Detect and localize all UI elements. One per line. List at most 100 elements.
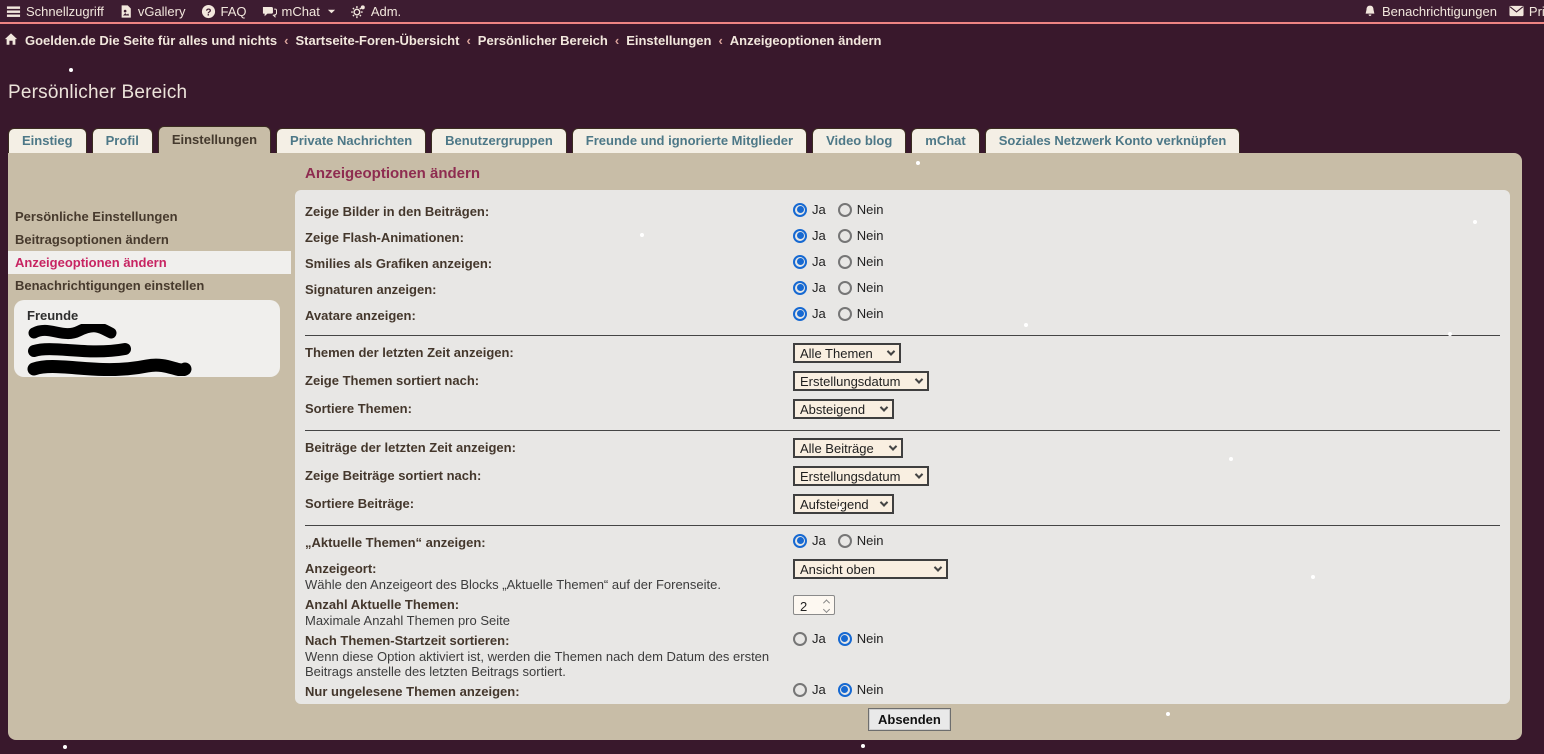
tab-profil[interactable]: Profil: [92, 128, 153, 153]
submit-button[interactable]: Absenden: [868, 708, 951, 731]
radio-option-ja[interactable]: Ja: [793, 682, 826, 697]
svg-text:?: ?: [205, 7, 211, 18]
setting-label: Zeige Bilder in den Beiträgen:: [305, 204, 793, 219]
setting-label: Anzahl Aktuelle Themen:: [305, 597, 793, 612]
setting-control: Alle Beiträge: [793, 437, 903, 458]
dropdown-select[interactable]: Absteigend: [793, 399, 894, 419]
setting-control: Ja Nein: [793, 201, 883, 217]
setting-label-column: Beiträge der letzten Zeit anzeigen:: [305, 437, 793, 455]
radio-option-ja[interactable]: Ja: [793, 254, 826, 269]
sidebar-item-anzeigeoptionen-ndern[interactable]: Anzeigeoptionen ändern: [8, 251, 291, 274]
breadcrumb-separator: ‹: [718, 33, 722, 48]
radio-button-icon: [793, 683, 807, 697]
setting-row-beitr-ge-der-letzten-zeit-anzeigen: Beiträge der letzten Zeit anzeigen: Alle …: [305, 436, 1500, 464]
tab-mchat[interactable]: mChat: [911, 128, 979, 153]
radio-option-nein[interactable]: Nein: [838, 280, 884, 295]
radio-button-icon: [793, 632, 807, 646]
dropdown-select[interactable]: Alle Beiträge: [793, 438, 903, 458]
setting-label-column: Smilies als Grafiken anzeigen:: [305, 253, 793, 271]
radio-option-nein[interactable]: Nein: [838, 306, 884, 321]
radio-option-nein[interactable]: Nein: [838, 533, 884, 548]
tab-bar: EinstiegProfilEinstellungenPrivate Nachr…: [8, 126, 1240, 153]
topbar-item-faq[interactable]: ?FAQ: [201, 4, 247, 19]
radio-button-icon: [793, 255, 807, 269]
breadcrumb: Goelden.de Die Seite für alles und nicht…: [4, 30, 881, 50]
dropdown-selected-value: Erstellungsdatum: [800, 374, 900, 389]
number-input[interactable]: 2: [793, 595, 835, 615]
topbar-item-adm[interactable]: Adm.: [351, 4, 401, 19]
settings-section-2: Themen der letzten Zeit anzeigen:Alle Th…: [305, 336, 1500, 431]
radio-option-nein[interactable]: Nein: [838, 254, 884, 269]
dropdown-selected-value: Alle Beiträge: [800, 441, 874, 456]
topbar-item-vgallery[interactable]: vGallery: [119, 4, 186, 19]
setting-control: Aufsteigend: [793, 493, 894, 514]
radio-option-ja[interactable]: Ja: [793, 631, 826, 646]
tab-benutzergruppen[interactable]: Benutzergruppen: [431, 128, 567, 153]
breadcrumb-separator: ‹: [615, 33, 619, 48]
tab-einstellungen[interactable]: Einstellungen: [158, 126, 271, 153]
chevron-down-icon: [880, 498, 888, 506]
radio-option-nein[interactable]: Nein: [838, 682, 884, 697]
question-icon: ?: [201, 4, 216, 19]
setting-row-zeige-flash-animationen: Zeige Flash-Animationen:JaNein: [305, 226, 1500, 252]
radio-option-nein[interactable]: Nein: [838, 202, 884, 217]
topbar-item-label: Adm.: [371, 4, 401, 19]
setting-label-column: Anzahl Aktuelle Themen:Maximale Anzahl T…: [305, 594, 793, 628]
setting-label-column: Sortiere Beiträge:: [305, 493, 793, 511]
setting-row-sortiere-beitr-ge: Sortiere Beiträge:Aufsteigend: [305, 492, 1500, 520]
setting-label-column: Themen der letzten Zeit anzeigen:: [305, 342, 793, 360]
setting-label-column: Nur ungelesene Themen anzeigen:: [305, 681, 793, 699]
snow-dot: [63, 745, 67, 749]
breadcrumb-item-goelden-de-die-seite-f-r-alles-und-nichts[interactable]: Goelden.de Die Seite für alles und nicht…: [25, 33, 277, 48]
setting-control: Ja Nein: [793, 532, 883, 548]
chevron-down-icon: [880, 403, 888, 411]
radio-option-label: Nein: [857, 280, 884, 295]
radio-option-ja[interactable]: Ja: [793, 306, 826, 321]
topbar-item-benachrichtigungen[interactable]: Benachrichtigungen: [1363, 4, 1497, 19]
setting-control: 2: [793, 594, 835, 615]
settings-section-4: „Aktuelle Themen“ anzeigen:JaNeinAnzeige…: [305, 526, 1500, 704]
dropdown-select[interactable]: Erstellungsdatum: [793, 466, 929, 486]
radio-option-ja[interactable]: Ja: [793, 202, 826, 217]
tab-freunde-und-ignorierte-mitglieder[interactable]: Freunde und ignorierte Mitglieder: [572, 128, 807, 153]
topbar-item-label: mChat: [282, 4, 320, 19]
chevron-down-icon: [887, 347, 895, 355]
dropdown-select[interactable]: Alle Themen: [793, 343, 901, 363]
topbar-item-schnellzugriff[interactable]: Schnellzugriff: [6, 4, 104, 19]
sidebar-item-beitragsoptionen-ndern[interactable]: Beitragsoptionen ändern: [8, 228, 291, 251]
redacted-friend-names: [27, 324, 207, 376]
radio-group: Ja Nein: [793, 533, 883, 548]
breadcrumb-item-einstellungen[interactable]: Einstellungen: [626, 33, 711, 48]
dropdown-select[interactable]: Erstellungsdatum: [793, 371, 929, 391]
breadcrumb-item-pers-nlicher-bereich[interactable]: Persönlicher Bereich: [478, 33, 608, 48]
dropdown-select[interactable]: Ansicht oben: [793, 559, 948, 579]
setting-label-column: Avatare anzeigen:: [305, 305, 793, 323]
tab-video-blog[interactable]: Video blog: [812, 128, 906, 153]
setting-control: Ja Nein: [793, 305, 883, 321]
tab-soziales-netzwerk-konto-verkn-pfen[interactable]: Soziales Netzwerk Konto verknüpfen: [985, 128, 1241, 153]
tab-einstieg[interactable]: Einstieg: [8, 128, 87, 153]
sidebar-item-benachrichtigungen-einstellen[interactable]: Benachrichtigungen einstellen: [8, 274, 291, 297]
radio-group: Ja Nein: [793, 280, 883, 295]
number-spinner[interactable]: [819, 596, 834, 614]
radio-option-ja[interactable]: Ja: [793, 533, 826, 548]
radio-option-nein[interactable]: Nein: [838, 228, 884, 243]
setting-control: Absteigend: [793, 398, 894, 419]
topbar-item-private-nachrichten[interactable]: Private Nachrichten: [1509, 4, 1544, 19]
tab-private-nachrichten[interactable]: Private Nachrichten: [276, 128, 426, 153]
topbar-item-label: Schnellzugriff: [26, 4, 104, 19]
radio-option-ja[interactable]: Ja: [793, 280, 826, 295]
setting-control: Alle Themen: [793, 342, 901, 363]
settings-panel: Zeige Bilder in den Beiträgen:JaNeinZeig…: [295, 190, 1510, 704]
setting-label-column: Sortiere Themen:: [305, 398, 793, 416]
breadcrumb-item-startseite-foren-bersicht[interactable]: Startseite-Foren-Übersicht: [295, 33, 459, 48]
topbar-item-mchat[interactable]: mChat: [262, 4, 336, 19]
radio-option-ja[interactable]: Ja: [793, 228, 826, 243]
setting-label: Signaturen anzeigen:: [305, 282, 793, 297]
sidebar-item-pers-nliche-einstellungen[interactable]: Persönliche Einstellungen: [8, 205, 291, 228]
setting-label: Sortiere Beiträge:: [305, 496, 793, 511]
dropdown-select[interactable]: Aufsteigend: [793, 494, 894, 514]
setting-control: Ja Nein: [793, 279, 883, 295]
breadcrumb-item-anzeigeoptionen-ndern[interactable]: Anzeigeoptionen ändern: [730, 33, 882, 48]
radio-option-nein[interactable]: Nein: [838, 631, 884, 646]
